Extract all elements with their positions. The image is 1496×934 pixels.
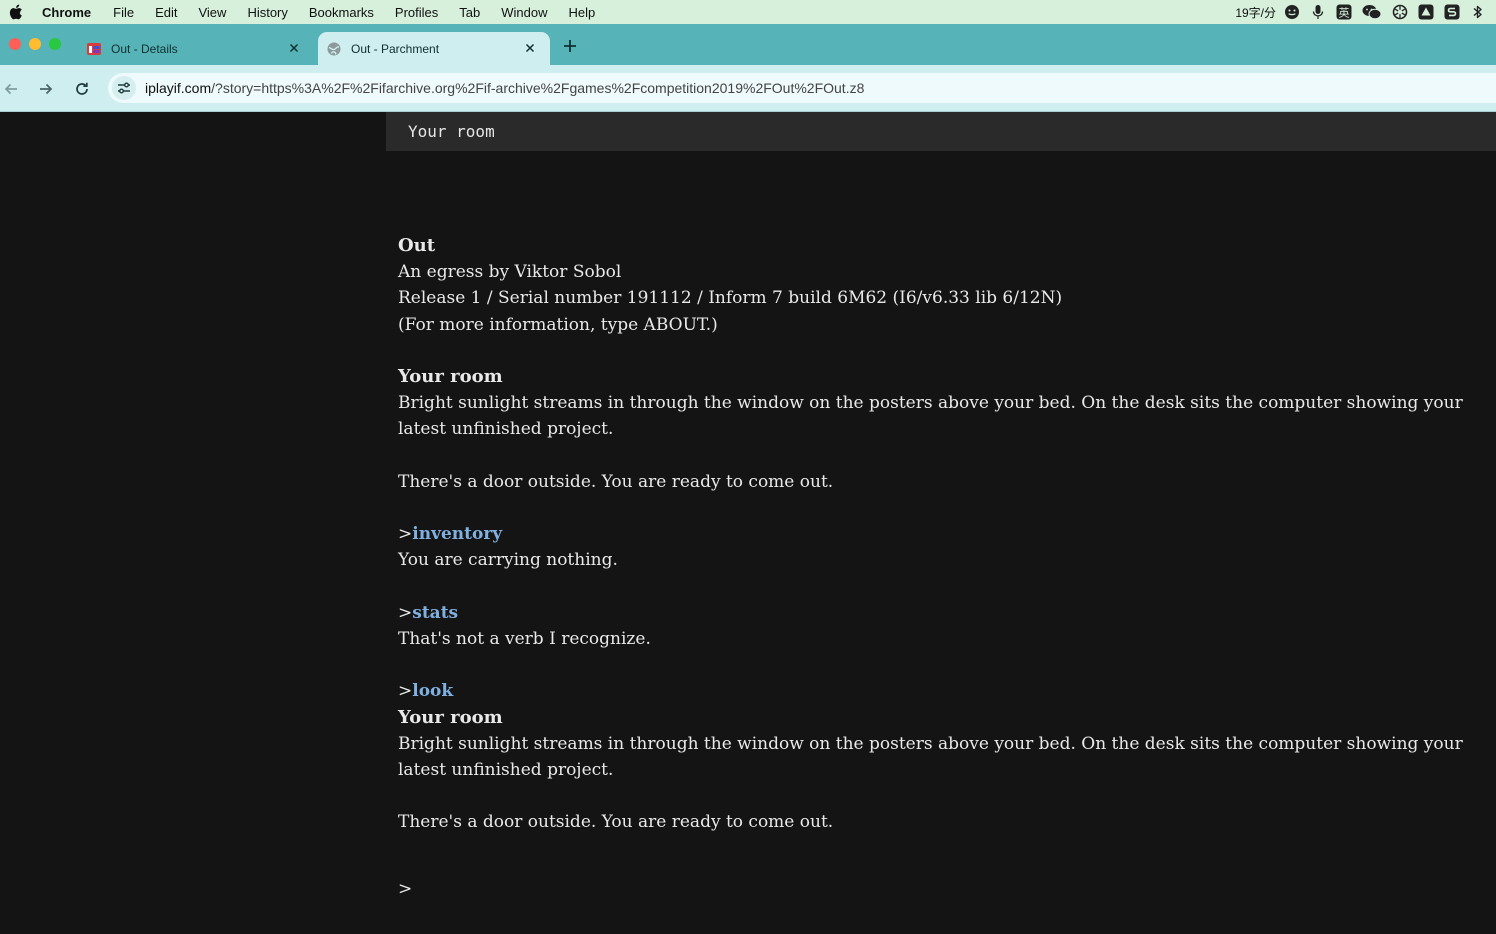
story-transcript: Out An egress by Viktor Sobol Release 1 … xyxy=(398,233,1473,902)
command-input-line[interactable]: > xyxy=(398,876,1473,902)
menu-status-area: 19字/分 英 xyxy=(1235,0,1496,24)
menu-file[interactable]: File xyxy=(113,5,134,20)
back-arrow-icon[interactable] xyxy=(1,79,21,99)
tab-title: Out - Parchment xyxy=(351,41,440,56)
status-location: Your room xyxy=(408,122,495,141)
window-close-button[interactable] xyxy=(9,38,21,50)
url-path: /?story=https%3A%2F%2Fifarchive.org%2Fif… xyxy=(211,80,865,96)
input-prompt-char: > xyxy=(398,878,413,899)
command-text: stats xyxy=(412,602,459,623)
input-method-icon[interactable]: 英 xyxy=(1336,4,1352,20)
menu-view[interactable]: View xyxy=(198,5,226,20)
prompt-char: > xyxy=(398,602,413,623)
ifdb-favicon-icon xyxy=(86,41,102,57)
command-response: That's not a verb I recognize. xyxy=(398,628,651,649)
game-about-hint: (For more information, type ABOUT.) xyxy=(398,314,718,335)
forward-arrow-icon[interactable] xyxy=(36,79,56,99)
room-exit-text: There's a door outside. You are ready to… xyxy=(398,812,834,833)
tab-close-icon[interactable] xyxy=(522,40,538,56)
menu-help[interactable]: Help xyxy=(569,5,596,20)
room-description: Bright sunlight streams in through the w… xyxy=(398,733,1463,780)
input-method-glyph: 英 xyxy=(1339,6,1350,20)
command-text: look xyxy=(412,681,454,702)
apple-logo-icon[interactable] xyxy=(9,4,25,20)
menu-tab[interactable]: Tab xyxy=(459,5,480,20)
drive-icon[interactable] xyxy=(1418,4,1434,20)
menu-window[interactable]: Window xyxy=(501,5,547,20)
menu-bookmarks[interactable]: Bookmarks xyxy=(309,5,374,20)
window-zoom-button[interactable] xyxy=(49,38,61,50)
browser-tab-strip: Out - Details Out - Parchment xyxy=(0,24,1496,65)
command-line: >look xyxy=(398,678,1473,704)
s-app-icon[interactable] xyxy=(1444,4,1460,20)
command-line: >inventory xyxy=(398,521,1473,547)
command-text: inventory xyxy=(412,524,503,545)
bluetooth-icon[interactable] xyxy=(1470,4,1486,20)
command-response: You are carrying nothing. xyxy=(398,550,618,571)
menu-history[interactable]: History xyxy=(247,5,287,20)
url-host: iplayif.com xyxy=(145,80,212,96)
smiley-icon[interactable] xyxy=(1284,4,1300,20)
tab-out-parchment[interactable]: Out - Parchment xyxy=(318,32,550,65)
command-line: >stats xyxy=(398,600,1473,626)
game-byline: An egress by Viktor Sobol xyxy=(398,262,622,283)
tab-title: Out - Details xyxy=(111,41,178,56)
prompt-char: > xyxy=(398,524,413,545)
prompt-char: > xyxy=(398,681,413,702)
site-info-tune-icon[interactable] xyxy=(112,76,136,100)
new-tab-plus-icon[interactable] xyxy=(560,36,580,56)
macos-menu-bar: Chrome File Edit View History Bookmarks … xyxy=(0,0,1496,24)
chatgpt-icon[interactable] xyxy=(1392,4,1408,20)
menu-edit[interactable]: Edit xyxy=(155,5,177,20)
room-exit-text: There's a door outside. You are ready to… xyxy=(398,471,834,492)
tab-out-details[interactable]: Out - Details xyxy=(78,32,314,65)
tab-close-icon[interactable] xyxy=(286,40,302,56)
game-status-line: Your room xyxy=(386,112,1496,151)
browser-toolbar: iplayif.com/?story=https%3A%2F%2Fifarchi… xyxy=(0,65,1496,112)
game-release-info: Release 1 / Serial number 191112 / Infor… xyxy=(398,288,1063,309)
room-heading: Your room xyxy=(398,706,503,728)
room-description: Bright sunlight streams in through the w… xyxy=(398,393,1463,440)
address-bar[interactable]: iplayif.com/?story=https%3A%2F%2Fifarchi… xyxy=(108,73,1496,103)
menu-profiles[interactable]: Profiles xyxy=(395,5,438,20)
wechat-icon[interactable] xyxy=(1362,4,1382,20)
room-heading: Your room xyxy=(398,366,503,387)
parchment-game-page: Your room Out An egress by Viktor Sobol … xyxy=(0,112,1496,934)
game-title: Out xyxy=(398,235,436,256)
window-minimize-button[interactable] xyxy=(29,38,41,50)
reload-icon[interactable] xyxy=(72,79,92,99)
menu-app-chrome[interactable]: Chrome xyxy=(42,5,91,20)
globe-favicon-icon xyxy=(326,41,342,57)
typing-speed-indicator[interactable]: 19字/分 xyxy=(1235,4,1276,21)
microphone-icon[interactable] xyxy=(1310,4,1326,20)
url-text[interactable]: iplayif.com/?story=https%3A%2F%2Fifarchi… xyxy=(145,80,864,96)
